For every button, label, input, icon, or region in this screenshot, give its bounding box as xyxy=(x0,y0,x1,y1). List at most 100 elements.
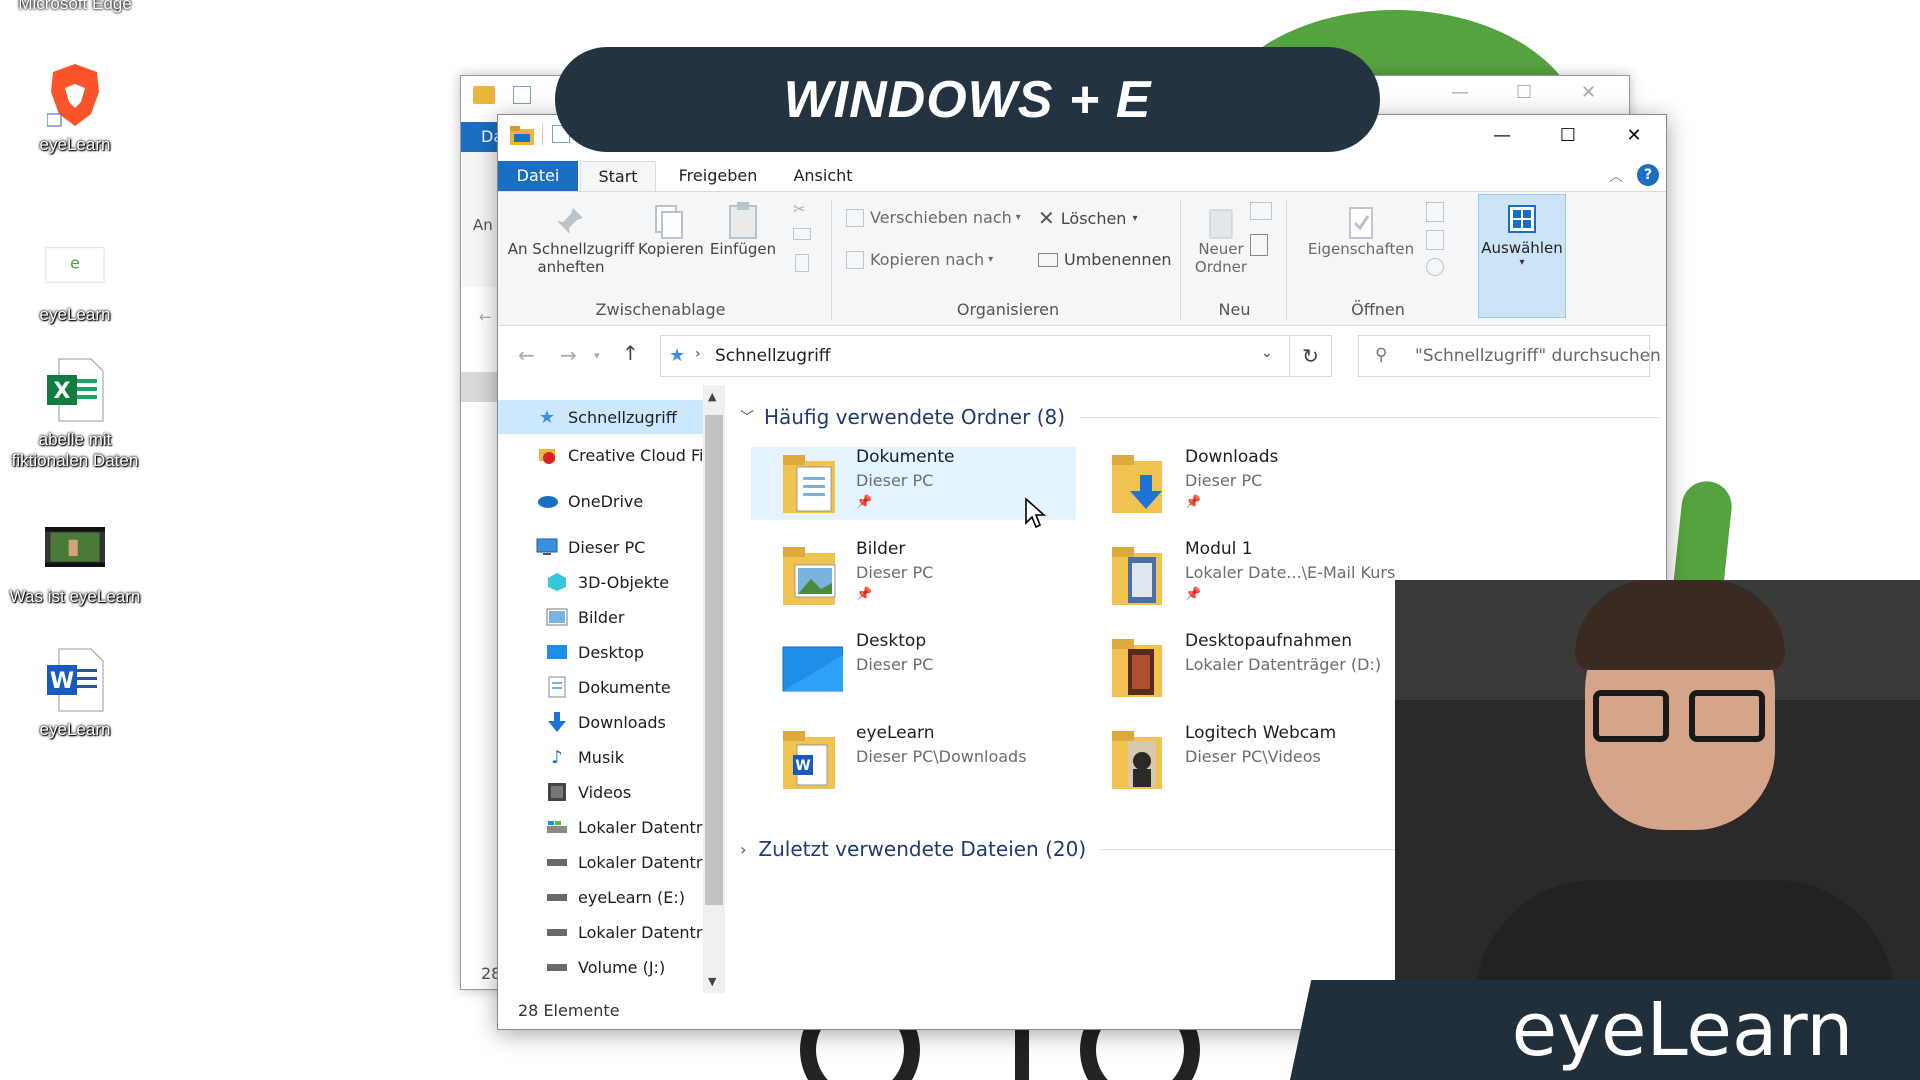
folder-tile-downloads[interactable]: Downloads Dieser PC 📌 xyxy=(1080,447,1405,520)
nav-item-3d-objekte[interactable]: 3D-Objekte xyxy=(498,565,703,599)
rename-label: Umbenennen xyxy=(1064,250,1172,269)
pin-to-quick-access-button[interactable]: An Schnellzugriff anheften xyxy=(506,198,636,288)
nav-item-dokumente[interactable]: Dokumente xyxy=(498,670,703,704)
folder-name: Downloads xyxy=(1185,447,1279,467)
copy-to-button[interactable]: Kopieren nach ▾ xyxy=(846,250,993,269)
recent-locations-button[interactable]: ▾ xyxy=(594,349,600,362)
folder-tile-bilder[interactable]: Bilder Dieser PC 📌 xyxy=(751,539,1076,612)
nav-item-desktop[interactable]: Desktop xyxy=(498,635,703,669)
status-bar-count: 28 Elemente xyxy=(518,1001,620,1020)
paste-label: Einfügen xyxy=(709,240,777,258)
frequent-folders-header[interactable]: ﹀ Häufig verwendete Ordner (8) xyxy=(740,405,1660,429)
breadcrumb-item[interactable]: Schnellzugriff xyxy=(715,346,831,366)
chevron-down-icon: ▾ xyxy=(988,254,994,265)
nav-item-downloads[interactable]: Downloads xyxy=(498,705,703,739)
delete-button[interactable]: ✕ Löschen ▾ xyxy=(1038,206,1137,230)
copyto-label: Kopieren nach xyxy=(870,250,985,269)
edit-icon[interactable] xyxy=(1426,230,1444,250)
chevron-down-icon: ▾ xyxy=(1132,212,1138,224)
refresh-button[interactable]: ↻ xyxy=(1290,335,1332,377)
maximize-icon[interactable]: ☐ xyxy=(1516,82,1532,103)
new-item-icon[interactable] xyxy=(1250,202,1272,220)
collapse-ribbon-icon[interactable]: ︿ xyxy=(1609,166,1623,186)
breadcrumb-chevron-icon: › xyxy=(695,346,701,362)
paste-shortcut-icon[interactable] xyxy=(795,254,809,272)
scrollbar-thumb[interactable] xyxy=(705,415,723,905)
scroll-up-icon[interactable]: ▲ xyxy=(708,390,716,403)
nav-item-schnellzugriff[interactable]: ★ Schnellzugriff xyxy=(498,400,703,434)
folder-tile-desktop[interactable]: Desktop Dieser PC xyxy=(751,631,1076,704)
back-arrow-icon[interactable]: ← xyxy=(479,308,492,326)
easy-access-icon[interactable] xyxy=(1250,234,1268,256)
rename-icon xyxy=(1038,252,1058,267)
nav-item-drive[interactable]: Lokaler Datenträ xyxy=(498,810,703,844)
move-to-button[interactable]: Verschieben nach ▾ xyxy=(846,208,1021,227)
cut-icon[interactable]: ✂ xyxy=(793,200,806,218)
folder-tile-eyelearn[interactable]: W eyeLearn Dieser PC\Downloads xyxy=(751,723,1076,796)
folder-tile-desktopaufnahmen[interactable]: Desktopaufnahmen Lokaler Datenträger (D:… xyxy=(1080,631,1405,704)
desktop-icon-video[interactable]: Was ist eyeLearn xyxy=(0,512,150,607)
address-bar[interactable]: ★ › Schnellzugriff ⌄ xyxy=(660,335,1290,377)
search-placeholder: "Schnellzugriff" durchsuchen xyxy=(1415,346,1661,366)
folder-tile-modul-1[interactable]: Modul 1 Lokaler Date...\E-Mail Kurs 📌 xyxy=(1080,539,1405,612)
shortcut-title-banner: WINDOWS + E xyxy=(555,47,1380,152)
maximize-button[interactable]: ☐ xyxy=(1535,115,1601,155)
up-button[interactable]: ↑ xyxy=(622,341,639,365)
minimize-icon[interactable]: — xyxy=(1451,82,1469,103)
onedrive-icon xyxy=(536,491,558,511)
desktop-icon-eyelearn[interactable]: e eyeLearn xyxy=(0,230,150,325)
section-title: Zuletzt verwendete Dateien (20) xyxy=(758,837,1087,861)
desktop-icon-brave[interactable]: eyeLearn xyxy=(0,60,150,155)
folder-icon xyxy=(1110,635,1166,699)
close-button[interactable]: ✕ xyxy=(1601,115,1667,155)
tab-start[interactable]: Start xyxy=(580,161,656,191)
desktop-icon xyxy=(546,642,568,662)
open-icon[interactable] xyxy=(1426,202,1444,222)
eyelearn-app-icon: e xyxy=(45,230,105,300)
tab-datei[interactable]: Da xyxy=(461,122,503,152)
nav-item-drive[interactable]: Volume (J:) xyxy=(498,950,703,984)
properties-button[interactable]: Eigenschaften xyxy=(1306,198,1416,290)
star-icon: ★ xyxy=(669,345,686,366)
copy-button[interactable]: Kopieren xyxy=(638,198,704,288)
minimize-button[interactable]: — xyxy=(1469,115,1535,155)
nav-item-drive[interactable]: eyeLearn (E:) xyxy=(498,880,703,914)
close-icon[interactable]: ✕ xyxy=(1581,82,1596,103)
forward-button[interactable]: → xyxy=(560,343,577,367)
help-icon[interactable]: ? xyxy=(1637,164,1659,186)
pictures-folder-icon xyxy=(781,543,837,607)
nav-item-drive[interactable]: Lokaler Datenträ xyxy=(498,915,703,949)
nav-item-label: Creative Cloud Fil xyxy=(568,445,703,465)
copy-path-icon[interactable] xyxy=(793,228,811,240)
history-icon[interactable] xyxy=(1426,258,1444,276)
nav-item-drive[interactable]: Lokaler Datenträ xyxy=(498,845,703,879)
nav-item-creative-cloud[interactable]: Creative Cloud Fil xyxy=(498,438,703,472)
folder-tile-logitech-webcam[interactable]: Logitech Webcam Dieser PC\Videos xyxy=(1080,723,1405,796)
rename-button[interactable]: Umbenennen xyxy=(1038,250,1172,269)
nav-item-label: eyeLearn (E:) xyxy=(578,887,685,907)
tab-datei[interactable]: Datei xyxy=(498,161,578,191)
folder-location: Lokaler Date...\E-Mail Kurs xyxy=(1185,563,1396,582)
pictures-icon xyxy=(546,607,568,627)
chevron-down-icon[interactable]: ⌄ xyxy=(1261,345,1273,361)
nav-item-musik[interactable]: ♪ Musik xyxy=(498,740,703,774)
select-button[interactable]: Auswählen ▾ xyxy=(1478,194,1566,318)
nav-item-onedrive[interactable]: OneDrive xyxy=(498,484,703,518)
new-folder-button[interactable]: Neuer Ordner xyxy=(1186,198,1256,290)
downloads-icon xyxy=(546,712,568,732)
nav-item-bilder[interactable]: Bilder xyxy=(498,600,703,634)
delete-label: Löschen xyxy=(1060,208,1127,228)
scroll-down-icon[interactable]: ▼ xyxy=(708,975,716,988)
paste-button[interactable]: Einfügen xyxy=(706,198,780,288)
ribbon: An Schnellzugriff anheften Kopieren Einf… xyxy=(498,191,1666,326)
desktop-icon-word[interactable]: W eyeLearn xyxy=(0,645,150,740)
nav-item-videos[interactable]: Videos xyxy=(498,775,703,809)
desktop-icon-excel[interactable]: X abelle mit fiktionalen Daten xyxy=(0,355,150,471)
tab-freigeben[interactable]: Freigeben xyxy=(663,161,773,191)
nav-item-dieser-pc[interactable]: Dieser PC xyxy=(498,530,703,564)
drive-icon xyxy=(546,922,568,942)
tab-ansicht[interactable]: Ansicht xyxy=(778,161,868,191)
back-button[interactable]: ← xyxy=(518,343,535,367)
desktop-icon-label: eyeLearn xyxy=(39,720,111,739)
search-input[interactable]: ⚲ "Schnellzugriff" durchsuchen xyxy=(1358,335,1661,377)
